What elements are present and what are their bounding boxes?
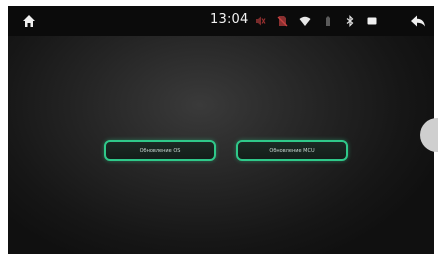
clock: 13:04: [210, 12, 249, 27]
os-update-label: Обновление OS: [139, 147, 181, 154]
mcu-update-button[interactable]: Обновление MCU: [236, 140, 348, 161]
bluetooth-icon: [346, 15, 354, 27]
no-sim-icon: [277, 16, 288, 27]
mcu-update-label: Обновление MCU: [269, 147, 315, 154]
os-update-button[interactable]: Обновление OS: [104, 140, 216, 161]
battery-icon: [326, 16, 330, 26]
home-icon[interactable]: [22, 14, 36, 28]
device-frame: 13:04 Обновление OS Обновление MCU: [0, 0, 438, 256]
wifi-icon: [299, 16, 311, 26]
status-bar: 13:04: [8, 6, 434, 36]
back-icon[interactable]: [410, 14, 426, 28]
screen-icon[interactable]: [366, 15, 378, 27]
mute-icon: [256, 16, 266, 26]
screen: 13:04 Обновление OS Обновление MCU: [8, 6, 434, 254]
